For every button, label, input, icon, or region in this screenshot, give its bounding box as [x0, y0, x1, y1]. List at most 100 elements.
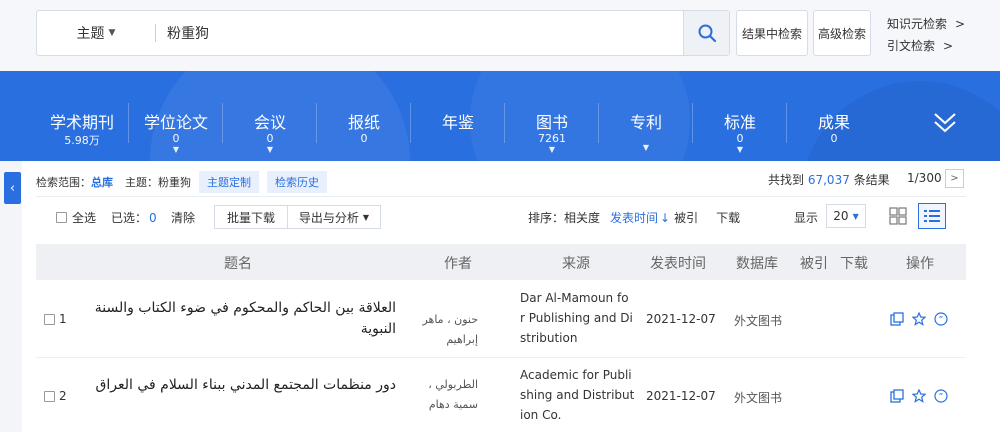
sort-relevance[interactable]: 相关度 — [564, 209, 600, 226]
caret-down-icon: ▼ — [736, 145, 744, 154]
caret-down-icon: ▼ — [548, 145, 556, 154]
grid-view-icon — [889, 207, 907, 225]
caret-down-icon: ▼ — [852, 211, 859, 221]
selected-count: 0 — [149, 210, 157, 225]
tab-label: 专利 — [629, 113, 662, 132]
source-line: Dar Al-Mamoun fo — [520, 291, 629, 305]
topic-value: 粉重狗 — [158, 176, 191, 189]
results-toolbar: 全选 已选： 0 清除 批量下载 导出与分析 ▼ 排序： 相关度 发表时间 ↓ 被… — [36, 196, 966, 236]
advanced-search-button[interactable]: 高级检索 — [813, 10, 871, 56]
search-history-button[interactable]: 检索历史 — [267, 171, 327, 193]
double-chevron-down-icon[interactable] — [930, 107, 960, 137]
tab-newspapers[interactable]: 报纸 0 — [318, 71, 410, 161]
tab-label: 年鉴 — [441, 113, 474, 132]
search-input[interactable] — [167, 17, 707, 49]
citation-search-link[interactable]: 引文检索 > — [887, 37, 953, 54]
quote-icon[interactable]: ” — [934, 312, 948, 326]
caret-down-icon: ▼ — [266, 145, 274, 154]
tab-achievements[interactable]: 成果 0 — [788, 71, 880, 161]
divider — [155, 24, 156, 42]
row-checkbox[interactable] — [44, 391, 55, 402]
grid-view-button[interactable] — [884, 203, 912, 229]
row-index: 2 — [59, 389, 67, 403]
tab-books[interactable]: 图书 7261 ▼ — [506, 71, 598, 161]
search-button[interactable] — [683, 11, 729, 55]
source-line: stribution — [520, 331, 578, 345]
table-row: 2 دور منظمات المجتمع المدني ببناء السلام… — [36, 361, 966, 431]
sort-download[interactable]: 下载 — [716, 209, 740, 226]
result-author[interactable]: حنون ، ماهر إبراهيم — [408, 310, 478, 350]
result-title-link[interactable]: دور منظمات المجتمع المدني ببناء السلام ف… — [76, 375, 396, 396]
copy-icon[interactable] — [890, 389, 904, 403]
topic-label: 主题： — [125, 176, 158, 189]
arrow-down-icon: ↓ — [660, 211, 671, 225]
sort-options: 排序： 相关度 发表时间 ↓ 被引 下载 — [528, 209, 750, 226]
header-date: 发表时间 — [650, 256, 706, 272]
chevron-left-icon: ‹ — [9, 180, 16, 196]
scope-value[interactable]: 总库 — [91, 174, 113, 190]
copy-icon[interactable] — [890, 312, 904, 326]
header-download: 下载 — [840, 256, 868, 272]
page-size-select[interactable]: 20 ▼ — [826, 204, 866, 228]
found-suffix: 条结果 — [853, 173, 890, 187]
table-row: 1 العلاقة بين الحاكم والمحكوم في ضوء الك… — [36, 286, 966, 356]
row-checkbox[interactable] — [44, 314, 55, 325]
tab-patents[interactable]: 专利 ▼ — [600, 71, 692, 161]
citation-search-label: 引文检索 — [887, 39, 936, 53]
selected-label: 已选： — [111, 211, 148, 225]
tab-count: 0 — [736, 132, 744, 145]
clear-button[interactable]: 清除 — [171, 209, 195, 226]
page-size-value: 20 — [833, 209, 849, 223]
collapse-sidebar-button[interactable]: ‹ — [4, 172, 21, 204]
row-divider — [36, 357, 966, 358]
tab-yearbooks[interactable]: 年鉴 — [412, 71, 504, 161]
tab-dissertations[interactable]: 学位论文 0 ▼ — [130, 71, 222, 161]
batch-download-button[interactable]: 批量下载 — [214, 205, 288, 229]
tab-standards[interactable]: 标准 0 ▼ — [694, 71, 786, 161]
row-operations: ” — [890, 389, 948, 403]
list-view-button[interactable] — [918, 203, 946, 229]
row-index: 1 — [59, 312, 67, 326]
header-title: 题名 — [224, 256, 252, 272]
topic-customize-button[interactable]: 主题定制 — [199, 171, 259, 193]
sort-date-label: 发表时间 — [610, 211, 659, 225]
tab-conferences[interactable]: 会议 0 ▼ — [224, 71, 316, 161]
tab-label: 学术期刊 — [49, 113, 114, 132]
result-source[interactable]: Academic for Publi shing and Distribut i… — [520, 365, 638, 425]
tab-count: 5.98万 — [64, 134, 100, 147]
star-icon[interactable] — [912, 389, 926, 403]
header-cited: 被引 — [800, 256, 828, 272]
page-indicator: 1/300 — [907, 171, 942, 185]
result-title-link[interactable]: العلاقة بين الحاكم والمحكوم في ضوء الكتا… — [76, 298, 396, 340]
tab-count: 0 — [172, 132, 180, 145]
quote-icon[interactable]: ” — [934, 389, 948, 403]
sort-cited[interactable]: 被引 — [674, 209, 698, 226]
database-tabs-band: 学术期刊 5.98万 学位论文 0 ▼ 会议 0 ▼ 报纸 0 年鉴 图书 72… — [0, 71, 1000, 161]
export-analysis-button[interactable]: 导出与分析 ▼ — [287, 205, 381, 229]
result-database: 外文图书 — [734, 391, 783, 405]
found-count: 67,037 — [807, 173, 850, 187]
separator — [504, 103, 505, 143]
tab-label: 图书 — [535, 113, 568, 132]
source-line: shing and Distribut — [520, 388, 635, 402]
sort-date[interactable]: 发表时间 ↓ — [610, 209, 670, 226]
export-analysis-label: 导出与分析 — [298, 210, 359, 225]
tab-label: 报纸 — [347, 113, 380, 132]
result-author[interactable]: الطربولي ، سمية دهام — [408, 375, 478, 415]
star-icon[interactable] — [912, 312, 926, 326]
table-header: 题名 作者 来源 发表时间 数据库 被引 下载 操作 — [36, 244, 966, 280]
select-all[interactable]: 全选 — [56, 209, 96, 226]
source-line: ion Co. — [520, 408, 562, 422]
select-all-checkbox[interactable] — [56, 212, 67, 223]
result-date: 2021-12-07 — [646, 312, 716, 326]
source-line: Academic for Publi — [520, 368, 632, 382]
svg-text:”: ” — [939, 393, 944, 403]
next-page-button[interactable]: > — [945, 169, 964, 188]
scope-label: 检索范围： — [36, 176, 91, 189]
search-within-results-button[interactable]: 结果中检索 — [736, 10, 808, 56]
selected-info: 已选： 0 — [111, 209, 157, 226]
search-field-dropdown[interactable]: 主题 ▼ — [37, 11, 155, 55]
result-source[interactable]: Dar Al-Mamoun fo r Publishing and Di str… — [520, 288, 638, 348]
tab-journals[interactable]: 学术期刊 5.98万 — [36, 71, 128, 161]
knowledge-search-link[interactable]: 知识元检索 > — [887, 15, 965, 32]
